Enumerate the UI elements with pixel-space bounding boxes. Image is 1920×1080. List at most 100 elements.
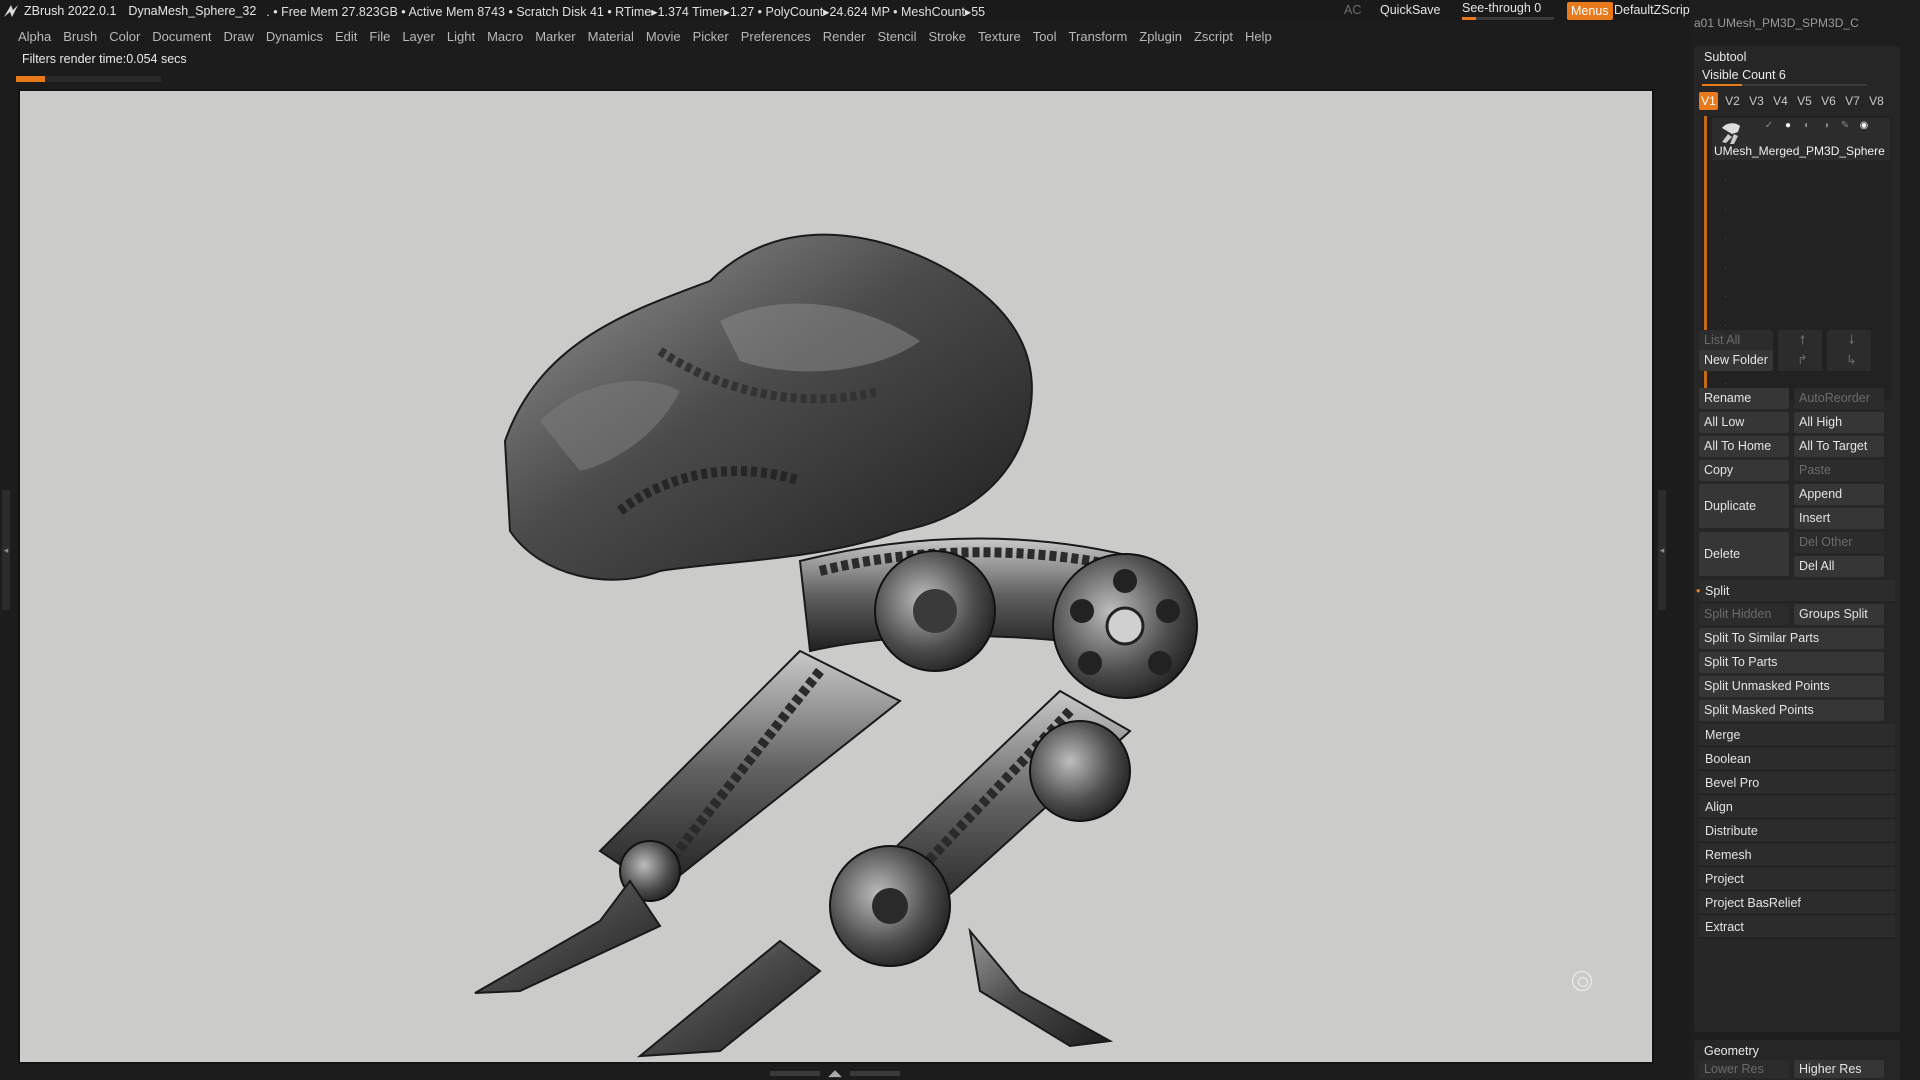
menu-zplugin[interactable]: Zplugin	[1139, 29, 1182, 44]
ac-label: AC	[1344, 3, 1362, 17]
see-through-slider[interactable]: See-through 0	[1462, 1, 1554, 20]
main-menu-bar: Alpha Brush Color Document Draw Dynamics Edit F…	[0, 24, 1690, 48]
section-project-basrelief[interactable]: Project BasRelief	[1699, 892, 1895, 914]
paste-button[interactable]: Paste	[1794, 460, 1884, 481]
section-align[interactable]: Align	[1699, 796, 1895, 818]
menu-picker[interactable]: Picker	[693, 29, 729, 44]
menu-zscript[interactable]: Zscript	[1194, 29, 1233, 44]
folder-in-icon[interactable]: ↱	[1778, 350, 1822, 371]
version-tab-v2[interactable]: V2	[1723, 92, 1742, 110]
subtool-item[interactable]: ✓ ● ◐ ◑ ✎ ◉ UMesh_Merged_PM3D_Sphere	[1712, 118, 1890, 160]
menu-macro[interactable]: Macro	[487, 29, 523, 44]
visibility-eye-icon[interactable]: ◉	[1857, 120, 1871, 132]
menu-stroke[interactable]: Stroke	[928, 29, 966, 44]
menu-transform[interactable]: Transform	[1069, 29, 1128, 44]
split-section[interactable]: Split	[1696, 580, 1895, 602]
menu-tool[interactable]: Tool	[1033, 29, 1057, 44]
geometry-palette: Geometry Lower Res Higher Res	[1694, 1040, 1900, 1080]
menu-help[interactable]: Help	[1245, 29, 1272, 44]
section-remesh[interactable]: Remesh	[1699, 844, 1895, 866]
menu-layer[interactable]: Layer	[402, 29, 435, 44]
model-foot-front	[636, 939, 822, 1058]
section-bevel-pro[interactable]: Bevel Pro	[1699, 772, 1895, 794]
split-to-similar-parts-button[interactable]: Split To Similar Parts	[1699, 628, 1884, 649]
higher-res-button[interactable]: Higher Res	[1794, 1060, 1884, 1078]
document-name: DynaMesh_Sphere_32	[128, 4, 257, 18]
menu-edit[interactable]: Edit	[335, 29, 357, 44]
menu-draw[interactable]: Draw	[224, 29, 254, 44]
rename-button[interactable]: Rename	[1699, 388, 1789, 409]
insert-button[interactable]: Insert	[1794, 508, 1884, 529]
menu-light[interactable]: Light	[447, 29, 475, 44]
menu-dynamics[interactable]: Dynamics	[266, 29, 323, 44]
split-masked-points-button[interactable]: Split Masked Points	[1699, 700, 1884, 721]
bottom-tray-handle[interactable]: ◢◣	[770, 1069, 900, 1078]
geometry-title[interactable]: Geometry	[1704, 1044, 1759, 1058]
quicksave-button[interactable]: QuickSave	[1380, 3, 1440, 17]
section-extract[interactable]: Extract	[1699, 916, 1895, 938]
new-folder-button[interactable]: New Folder	[1699, 350, 1773, 371]
autoreorder-button[interactable]: AutoReorder	[1794, 388, 1884, 409]
menu-file[interactable]: File	[369, 29, 390, 44]
section-boolean[interactable]: Boolean	[1699, 748, 1895, 770]
delete-button[interactable]: Delete	[1699, 532, 1789, 576]
menu-color[interactable]: Color	[109, 29, 140, 44]
lower-res-button[interactable]: Lower Res	[1699, 1060, 1789, 1078]
move-down-icon[interactable]: 🠗	[1827, 330, 1871, 351]
section-project[interactable]: Project	[1699, 868, 1895, 890]
menu-brush[interactable]: Brush	[63, 29, 97, 44]
append-button[interactable]: Append	[1794, 484, 1884, 505]
menu-movie[interactable]: Movie	[646, 29, 681, 44]
version-tab-v7[interactable]: V7	[1843, 92, 1862, 110]
all-low-button[interactable]: All Low	[1699, 412, 1789, 433]
subtool-title[interactable]: Subtool	[1704, 50, 1746, 64]
menu-render[interactable]: Render	[823, 29, 866, 44]
split-hidden-button[interactable]: Split Hidden	[1699, 604, 1789, 625]
menu-marker[interactable]: Marker	[535, 29, 575, 44]
del-all-button[interactable]: Del All	[1794, 556, 1884, 577]
version-tab-v4[interactable]: V4	[1771, 92, 1790, 110]
mask-icon[interactable]: ◐	[1800, 120, 1814, 132]
left-tray-toggle[interactable]: ◂	[2, 490, 10, 610]
split-to-parts-button[interactable]: Split To Parts	[1699, 652, 1884, 673]
subtool-palette: Subtool Visible Count 6 V1 V2 V3 V4 V5 V6 V7 V8…	[1694, 46, 1900, 1032]
menu-texture[interactable]: Texture	[978, 29, 1021, 44]
default-zscript-button[interactable]: DefaultZScript	[1614, 3, 1693, 17]
rotate-gizmo-icon[interactable]	[1572, 971, 1592, 991]
section-distribute[interactable]: Distribute	[1699, 820, 1895, 842]
copy-button[interactable]: Copy	[1699, 460, 1789, 481]
move-up-icon[interactable]: 🠕	[1778, 330, 1822, 351]
visible-count-slider[interactable]: Visible Count 6	[1702, 68, 1786, 82]
folder-out-icon[interactable]: ↳	[1827, 350, 1871, 371]
menus-toggle-button[interactable]: Menus	[1567, 2, 1613, 20]
menu-alpha[interactable]: Alpha	[18, 29, 51, 44]
right-tray-toggle[interactable]: ◂	[1658, 490, 1666, 610]
filters-render-time: Filters render time:0.054 secs	[22, 52, 187, 66]
all-high-button[interactable]: All High	[1794, 412, 1884, 433]
duplicate-button[interactable]: Duplicate	[1699, 484, 1789, 528]
see-through-fill	[1462, 17, 1476, 20]
version-tab-v8[interactable]: V8	[1867, 92, 1886, 110]
menu-preferences[interactable]: Preferences	[741, 29, 811, 44]
visible-count-track	[1702, 84, 1867, 86]
render-progress-fill	[16, 76, 45, 82]
paint-icon[interactable]: ✎	[1838, 120, 1852, 132]
version-tab-v1[interactable]: V1	[1699, 92, 1718, 110]
groups-split-button[interactable]: Groups Split	[1794, 604, 1884, 625]
version-tab-v5[interactable]: V5	[1795, 92, 1814, 110]
split-unmasked-points-button[interactable]: Split Unmasked Points	[1699, 676, 1884, 697]
all-to-target-button[interactable]: All To Target	[1794, 436, 1884, 457]
menu-stencil[interactable]: Stencil	[877, 29, 916, 44]
version-tab-v6[interactable]: V6	[1819, 92, 1838, 110]
version-tab-v3[interactable]: V3	[1747, 92, 1766, 110]
canvas-viewport[interactable]	[20, 91, 1652, 1062]
all-to-home-button[interactable]: All To Home	[1699, 436, 1789, 457]
menu-document[interactable]: Document	[152, 29, 211, 44]
menu-material[interactable]: Material	[588, 29, 634, 44]
list-all-button[interactable]: List All	[1699, 330, 1773, 351]
dynamics-icon[interactable]: ◑	[1819, 120, 1833, 132]
polypaint-icon[interactable]: ●	[1781, 120, 1795, 132]
section-merge[interactable]: Merge	[1699, 724, 1895, 746]
del-other-button[interactable]: Del Other	[1794, 532, 1884, 553]
brush-icon[interactable]: ✓	[1762, 120, 1776, 132]
